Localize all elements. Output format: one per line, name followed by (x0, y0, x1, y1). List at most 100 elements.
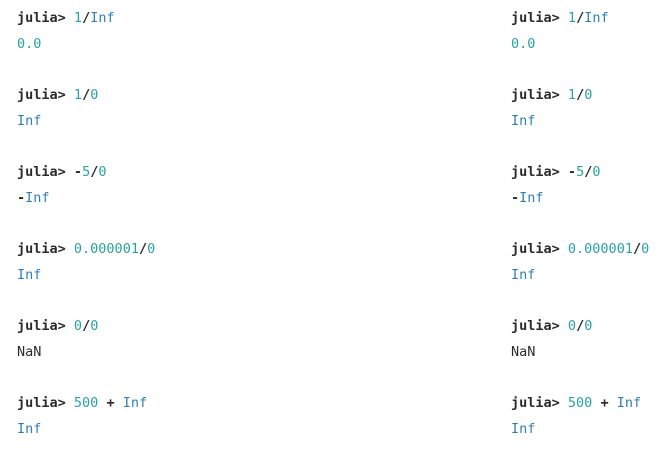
input-token: + (592, 395, 617, 411)
output-token: Inf (511, 421, 536, 437)
repl-entry: julia> 500 + Inf Inf (511, 394, 649, 471)
input-token: 1 (567, 10, 577, 26)
output-token: NaN (511, 344, 536, 360)
repl-entry: julia> 1/0 Inf (511, 86, 649, 163)
input-token: 0 (592, 164, 601, 180)
repl-entry: julia> 0/0 NaN (17, 317, 155, 394)
input-token: - (73, 164, 83, 180)
repl-output-line: Inf (17, 112, 155, 130)
repl-prompt: julia> (17, 87, 66, 103)
repl-entry: julia> 1/Inf 0.0 (17, 9, 155, 86)
repl-prompt: julia> (511, 10, 560, 26)
input-token: 0 (584, 318, 593, 334)
output-token: Inf (511, 267, 536, 283)
input-token: 0.000001 (567, 241, 633, 257)
repl-input-line: julia> 0.000001/0 (17, 240, 155, 258)
repl-output-line: Inf (511, 266, 649, 284)
repl-prompt: julia> (511, 87, 560, 103)
input-token: / (82, 87, 91, 103)
input-token: / (82, 10, 91, 26)
output-token: - (511, 190, 520, 206)
input-token: / (576, 10, 585, 26)
input-token: 0 (584, 87, 593, 103)
input-token: 0 (90, 87, 99, 103)
input-token: - (567, 164, 577, 180)
repl-input-line: julia> 0/0 (17, 317, 155, 335)
output-token: Inf (519, 190, 544, 206)
julia-repl-screenshot: { "prompt": "julia>", "colors": { "promp… (0, 0, 670, 458)
input-token: 0 (567, 318, 577, 334)
input-token: 0 (641, 241, 650, 257)
repl-prompt: julia> (17, 10, 66, 26)
input-token: 0 (73, 318, 83, 334)
input-token: Inf (584, 10, 609, 26)
input-token: 500 (73, 395, 99, 411)
repl-entry: julia> -5/0 -Inf (511, 163, 649, 240)
input-token: Inf (122, 395, 148, 411)
repl-prompt: julia> (17, 164, 66, 180)
repl-input-line: julia> 1/Inf (511, 9, 649, 27)
repl-input-line: julia> 500 + Inf (511, 394, 649, 412)
repl-input-line: julia> 1/Inf (17, 9, 155, 27)
input-token: 1 (73, 10, 83, 26)
input-token: / (576, 87, 585, 103)
repl-column-left: julia> 1/Inf 0.0 julia> 1/0 Inf julia> -5/0-… (17, 9, 155, 471)
repl-output-line: Inf (511, 420, 649, 438)
repl-input-line: julia> 0/0 (511, 317, 649, 335)
repl-output-line: -Inf (17, 189, 155, 207)
output-token: Inf (17, 113, 42, 129)
repl-entry: julia> 0.000001/0 Inf (17, 240, 155, 317)
output-token: NaN (17, 344, 42, 360)
output-token: Inf (511, 113, 536, 129)
output-token: Inf (25, 190, 50, 206)
repl-entry: julia> -5/0 -Inf (17, 163, 155, 240)
repl-prompt: julia> (511, 241, 560, 257)
repl-input-line: julia> 500 + Inf (17, 394, 155, 412)
input-token: 5 (576, 164, 585, 180)
repl-input-line: julia> 0.000001/0 (511, 240, 649, 258)
input-token: 0 (98, 164, 107, 180)
repl-column-right: julia> 1/Inf 0.0 julia> 1/0 Inf julia> -5/0-… (511, 9, 649, 471)
repl-prompt: julia> (511, 164, 560, 180)
repl-entry: julia> 1/Inf 0.0 (511, 9, 649, 86)
input-token: Inf (616, 395, 642, 411)
input-token: 5 (82, 164, 91, 180)
repl-input-line: julia> 1/0 (511, 86, 649, 104)
repl-prompt: julia> (17, 395, 66, 411)
input-token: / (138, 241, 148, 257)
input-token: 0.000001 (73, 241, 139, 257)
repl-prompt: julia> (511, 318, 560, 334)
output-token: Inf (17, 267, 42, 283)
input-token: 1 (73, 87, 83, 103)
repl-output-line: Inf (17, 420, 155, 438)
repl-output-line: 0.0 (511, 35, 649, 53)
repl-entry: julia> 1/0 Inf (17, 86, 155, 163)
repl-input-line: julia> 1/0 (17, 86, 155, 104)
repl-output-line: Inf (511, 112, 649, 130)
input-token: / (632, 241, 642, 257)
repl-output-line: NaN (511, 343, 649, 361)
input-token: Inf (90, 10, 115, 26)
input-token: 500 (567, 395, 593, 411)
output-token: Inf (17, 421, 42, 437)
repl-entry: julia> 500 + Inf Inf (17, 394, 155, 471)
repl-input-line: julia> -5/0 (17, 163, 155, 181)
repl-output-line: 0.0 (17, 35, 155, 53)
input-token: / (82, 318, 91, 334)
repl-input-line: julia> -5/0 (511, 163, 649, 181)
input-token: + (98, 395, 123, 411)
repl-output-line: -Inf (511, 189, 649, 207)
input-token: 1 (567, 87, 577, 103)
repl-prompt: julia> (511, 395, 560, 411)
output-token: - (17, 190, 26, 206)
repl-entry: julia> 0.000001/0 Inf (511, 240, 649, 317)
repl-output-line: Inf (17, 266, 155, 284)
input-token: 0 (90, 318, 99, 334)
input-token: 0 (147, 241, 156, 257)
repl-output-line: NaN (17, 343, 155, 361)
repl-prompt: julia> (17, 318, 66, 334)
repl-prompt: julia> (17, 241, 66, 257)
output-token: 0.0 (17, 36, 42, 52)
repl-entry: julia> 0/0 NaN (511, 317, 649, 394)
output-token: 0.0 (511, 36, 536, 52)
